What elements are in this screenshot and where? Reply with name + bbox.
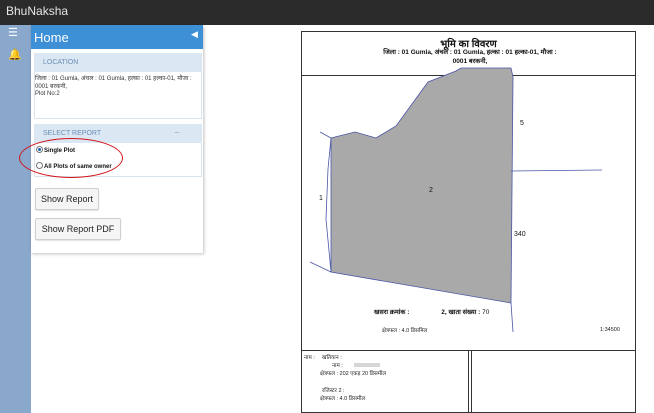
scale-text: 1:34500 [600, 327, 620, 333]
hamburger-icon[interactable]: ☰ [8, 28, 18, 39]
collapse-arrow-icon[interactable]: ◀ [191, 29, 198, 40]
owner-name-field: नाम : [332, 363, 343, 369]
bell-icon[interactable]: 🔔 [8, 50, 22, 61]
total-area-text: क्षेत्रफल : 202 एकड़ 20 डिसमील [320, 371, 387, 377]
neighbor-left-label: 1 [319, 195, 323, 202]
boundary-line [510, 302, 514, 332]
owner-split-line [468, 350, 469, 412]
owner-split-line-2 [471, 350, 472, 412]
location-text: जिला : 01 Gumla, अंचल : 01 Gumla, हल्का … [35, 76, 192, 90]
plot-polygon [330, 67, 514, 304]
owner-name-label: नाम : [304, 355, 315, 361]
panel-header: Home ◀ [31, 25, 203, 49]
boundary-line [325, 137, 332, 273]
redacted-name [354, 363, 380, 367]
neighbor-top-right-label: 5 [520, 120, 524, 127]
register-label: रजिस्टर 2 : [322, 388, 345, 394]
plot-label: 2 [429, 187, 433, 194]
land-report: भूमि का विवरण जिला : 01 Gumla, अंचल : 01… [301, 31, 636, 413]
neighbor-right-label: 340 [514, 231, 526, 238]
location-section-header: LOCATION [34, 53, 202, 72]
highlight-ellipse [19, 138, 123, 178]
top-navbar: BhuNaksha [0, 0, 654, 25]
boundary-line [309, 261, 332, 273]
show-report-pdf-button[interactable]: Show Report PDF [35, 218, 121, 240]
panel-title: Home [34, 30, 69, 45]
khasra-line: खसरा क्रमांक : 2, खाता संख्या : 70 [374, 309, 490, 316]
dots-text: .. [175, 128, 179, 135]
boundary-line [510, 169, 603, 172]
plot-map [309, 67, 603, 332]
location-box: जिला : 01 Gumla, अंचल : 01 Gumla, हल्का … [34, 72, 202, 119]
owner-area-text: क्षेत्रफल : 4.0 डिसमील [320, 396, 366, 402]
area-text: क्षेत्रफल : 4.0 डिसमिल [382, 328, 428, 334]
left-rail: ☰ 🔔 [0, 25, 31, 413]
show-report-button[interactable]: Show Report [35, 188, 99, 210]
brand-title[interactable]: BhuNaksha [6, 4, 68, 18]
boundary-line [319, 131, 332, 139]
khatian-label: खतियान : [322, 355, 342, 361]
plot-number: Plot No:2 [35, 91, 60, 97]
